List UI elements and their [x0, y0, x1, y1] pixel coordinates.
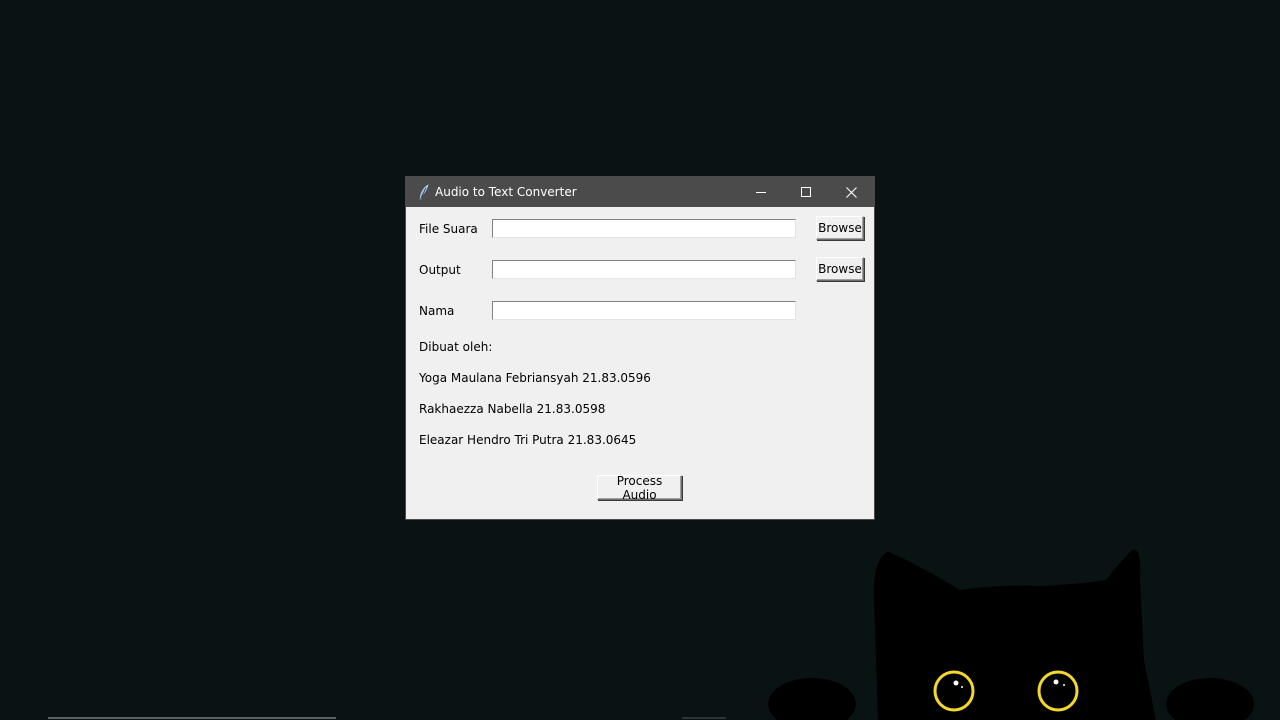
minimize-icon	[756, 192, 766, 193]
close-icon	[845, 186, 857, 198]
desktop: Audio to Text Converter File Suara Brows…	[0, 0, 1280, 720]
close-button[interactable]	[828, 177, 874, 207]
credit-author: Yoga Maulana Febriansyah 21.83.0596	[419, 371, 651, 385]
maximize-button[interactable]	[783, 177, 829, 207]
process-audio-button[interactable]: Process Audio	[597, 474, 682, 502]
minimize-button[interactable]	[738, 177, 784, 207]
window-title: Audio to Text Converter	[435, 185, 577, 199]
browse-output-button[interactable]: Browse	[816, 257, 864, 281]
nama-input[interactable]	[492, 301, 796, 320]
nama-label: Nama	[419, 304, 455, 318]
file-suara-label: File Suara	[419, 222, 478, 236]
output-label: Output	[419, 263, 461, 277]
window-body: File Suara Browse Output Browse Nama Dib…	[406, 207, 874, 519]
taskbar-edge	[48, 717, 336, 719]
app-window: Audio to Text Converter File Suara Brows…	[405, 176, 875, 520]
output-input[interactable]	[492, 260, 796, 279]
feather-icon	[419, 184, 429, 200]
credits-heading: Dibuat oleh:	[419, 340, 493, 354]
browse-audio-button[interactable]: Browse	[816, 216, 864, 240]
file-suara-input[interactable]	[492, 219, 796, 238]
wallpaper-cat-image	[768, 549, 1254, 720]
credit-author: Eleazar Hendro Tri Putra 21.83.0645	[419, 433, 637, 447]
credit-author: Rakhaezza Nabella 21.83.0598	[419, 402, 606, 416]
taskbar-edge-secondary	[682, 717, 726, 719]
title-bar[interactable]: Audio to Text Converter	[406, 177, 874, 207]
maximize-icon	[801, 187, 811, 197]
